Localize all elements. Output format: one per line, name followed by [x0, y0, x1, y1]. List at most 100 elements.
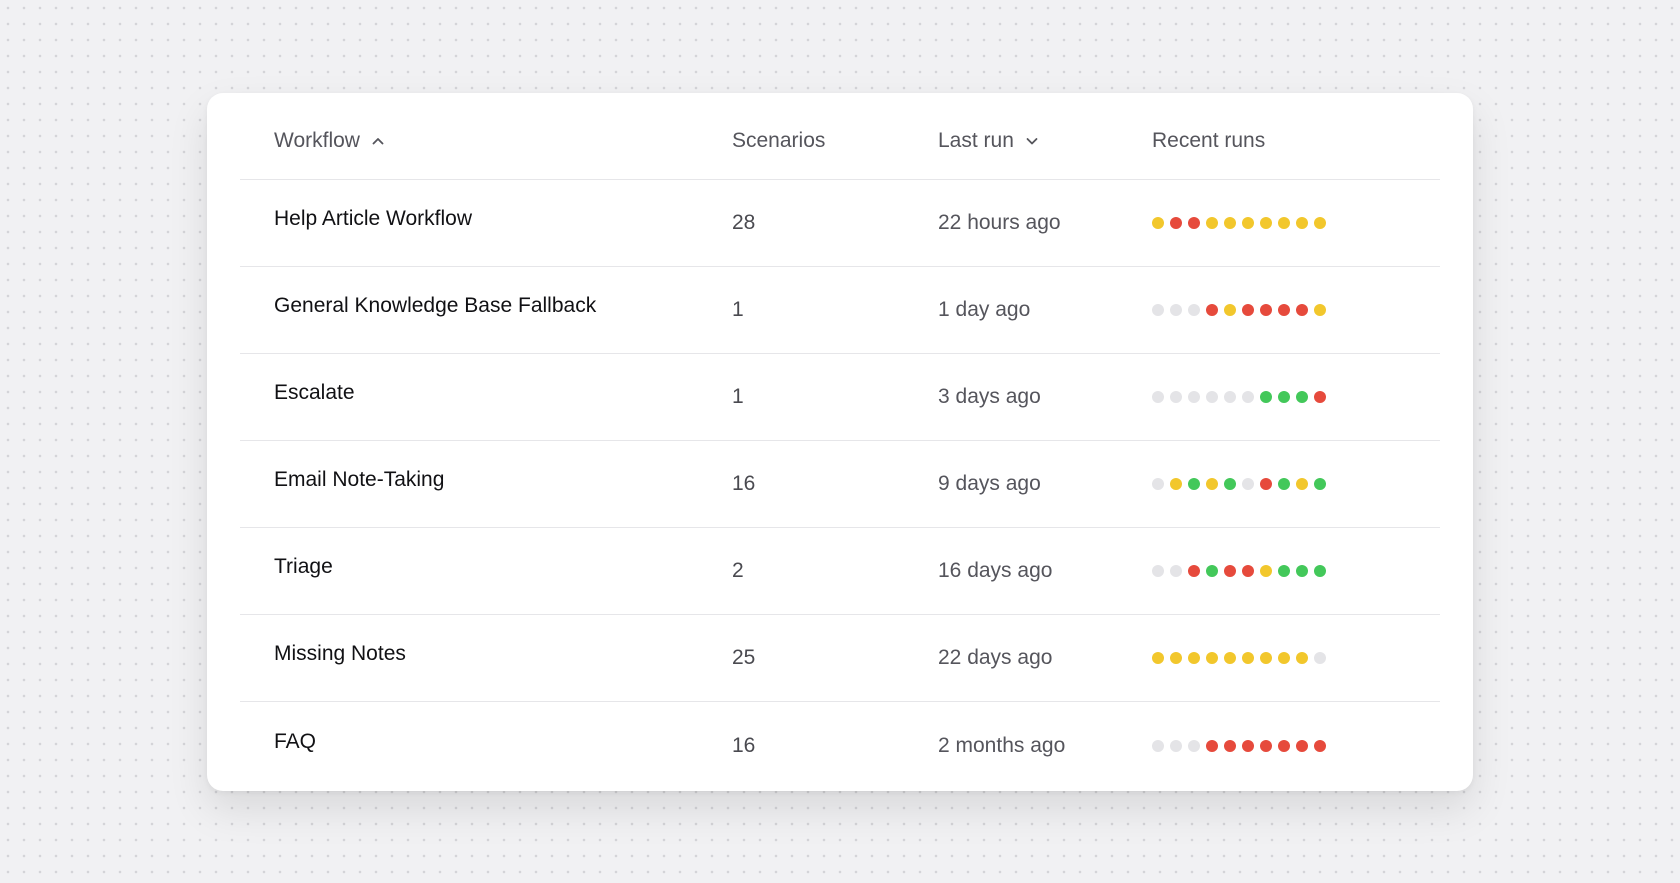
run-status-dot-gray[interactable] — [1188, 304, 1200, 316]
run-status-dot-yellow[interactable] — [1206, 478, 1218, 490]
recent-runs-indicator — [1152, 652, 1366, 664]
last-run-time: 2 months ago — [938, 733, 1066, 757]
run-status-dot-red[interactable] — [1206, 739, 1218, 752]
scenarios-count: 1 — [732, 298, 744, 321]
run-status-dot-red[interactable] — [1242, 565, 1254, 577]
run-status-dot-gray[interactable] — [1314, 652, 1326, 664]
run-status-dot-gray[interactable] — [1242, 391, 1254, 403]
run-status-dot-red[interactable] — [1188, 565, 1200, 577]
run-status-dot-green[interactable] — [1278, 391, 1290, 403]
run-status-dot-yellow[interactable] — [1224, 304, 1236, 316]
run-status-dot-yellow[interactable] — [1278, 217, 1290, 229]
table-row[interactable]: Email Note-Taking 16 9 days ago — [240, 441, 1440, 528]
run-status-dot-green[interactable] — [1278, 478, 1290, 490]
run-status-dot-yellow[interactable] — [1260, 217, 1272, 229]
run-status-dot-yellow[interactable] — [1296, 652, 1308, 664]
run-status-dot-gray[interactable] — [1170, 739, 1182, 752]
workflow-name[interactable]: Email Note-Taking — [274, 468, 732, 492]
run-status-dot-yellow[interactable] — [1152, 217, 1164, 229]
recent-runs-indicator — [1152, 478, 1366, 490]
column-header-recent-runs: Recent runs — [1152, 129, 1366, 153]
run-status-dot-red[interactable] — [1296, 304, 1308, 316]
run-status-dot-red[interactable] — [1278, 739, 1290, 752]
run-status-dot-red[interactable] — [1260, 739, 1272, 752]
chevron-down-icon — [1024, 133, 1040, 149]
run-status-dot-gray[interactable] — [1206, 391, 1218, 403]
column-header-workflow-label: Workflow — [274, 129, 360, 152]
run-status-dot-green[interactable] — [1224, 478, 1236, 490]
run-status-dot-red[interactable] — [1314, 391, 1326, 403]
run-status-dot-red[interactable] — [1296, 739, 1308, 752]
run-status-dot-gray[interactable] — [1188, 391, 1200, 403]
run-status-dot-green[interactable] — [1314, 478, 1326, 490]
run-status-dot-gray[interactable] — [1152, 391, 1164, 403]
workflow-name[interactable]: FAQ — [274, 730, 732, 754]
run-status-dot-red[interactable] — [1224, 565, 1236, 577]
run-status-dot-yellow[interactable] — [1296, 478, 1308, 490]
table-row[interactable]: Missing Notes 25 22 days ago — [240, 615, 1440, 702]
run-status-dot-yellow[interactable] — [1152, 652, 1164, 664]
workflow-name[interactable]: General Knowledge Base Fallback — [274, 294, 732, 318]
run-status-dot-red[interactable] — [1260, 478, 1272, 490]
table-row[interactable]: Escalate 1 3 days ago — [240, 354, 1440, 441]
run-status-dot-green[interactable] — [1296, 565, 1308, 577]
scenarios-count: 1 — [732, 385, 744, 408]
run-status-dot-green[interactable] — [1278, 565, 1290, 577]
column-header-last-run[interactable]: Last run — [938, 129, 1152, 153]
table-row[interactable]: General Knowledge Base Fallback 1 1 day ag… — [240, 267, 1440, 354]
run-status-dot-green[interactable] — [1314, 565, 1326, 577]
run-status-dot-gray[interactable] — [1152, 478, 1164, 490]
run-status-dot-red[interactable] — [1170, 217, 1182, 229]
run-status-dot-green[interactable] — [1296, 391, 1308, 403]
run-status-dot-red[interactable] — [1242, 304, 1254, 316]
table-row[interactable]: FAQ 16 2 months ago — [240, 702, 1440, 789]
run-status-dot-gray[interactable] — [1170, 391, 1182, 403]
column-header-scenarios-label: Scenarios — [732, 129, 826, 152]
run-status-dot-red[interactable] — [1188, 217, 1200, 229]
table-row[interactable]: Help Article Workflow 28 22 hours ago — [240, 180, 1440, 267]
run-status-dot-yellow[interactable] — [1242, 217, 1254, 229]
run-status-dot-yellow[interactable] — [1188, 652, 1200, 664]
workflow-name[interactable]: Missing Notes — [274, 642, 732, 666]
run-status-dot-red[interactable] — [1224, 739, 1236, 752]
workflow-name[interactable]: Escalate — [274, 381, 732, 405]
run-status-dot-yellow[interactable] — [1296, 217, 1308, 229]
run-status-dot-red[interactable] — [1260, 304, 1272, 316]
run-status-dot-yellow[interactable] — [1224, 652, 1236, 664]
recent-runs-indicator — [1152, 391, 1366, 403]
run-status-dot-yellow[interactable] — [1170, 478, 1182, 490]
run-status-dot-green[interactable] — [1206, 565, 1218, 577]
run-status-dot-yellow[interactable] — [1206, 217, 1218, 229]
run-status-dot-yellow[interactable] — [1278, 652, 1290, 664]
table-row[interactable]: Triage 2 16 days ago — [240, 528, 1440, 615]
run-status-dot-gray[interactable] — [1170, 565, 1182, 577]
column-header-workflow[interactable]: Workflow — [274, 129, 732, 153]
scenarios-count: 16 — [732, 733, 756, 757]
workflow-name[interactable]: Help Article Workflow — [274, 207, 732, 231]
run-status-dot-gray[interactable] — [1242, 478, 1254, 490]
run-status-dot-yellow[interactable] — [1206, 652, 1218, 664]
run-status-dot-gray[interactable] — [1224, 391, 1236, 403]
column-header-recent-runs-label: Recent runs — [1152, 129, 1266, 152]
run-status-dot-gray[interactable] — [1152, 739, 1164, 752]
run-status-dot-green[interactable] — [1260, 391, 1272, 403]
run-status-dot-yellow[interactable] — [1242, 652, 1254, 664]
run-status-dot-gray[interactable] — [1152, 304, 1164, 316]
run-status-dot-yellow[interactable] — [1224, 217, 1236, 229]
run-status-dot-gray[interactable] — [1188, 739, 1200, 752]
run-status-dot-yellow[interactable] — [1314, 217, 1326, 229]
run-status-dot-yellow[interactable] — [1260, 565, 1272, 577]
workflow-name[interactable]: Triage — [274, 555, 732, 579]
run-status-dot-red[interactable] — [1242, 739, 1254, 752]
run-status-dot-gray[interactable] — [1152, 565, 1164, 577]
run-status-dot-yellow[interactable] — [1260, 652, 1272, 664]
run-status-dot-yellow[interactable] — [1314, 304, 1326, 316]
run-status-dot-red[interactable] — [1206, 304, 1218, 316]
run-status-dot-red[interactable] — [1314, 739, 1326, 752]
run-status-dot-yellow[interactable] — [1170, 652, 1182, 664]
column-header-scenarios[interactable]: Scenarios — [732, 129, 938, 153]
run-status-dot-gray[interactable] — [1170, 304, 1182, 316]
scenarios-count: 2 — [732, 559, 744, 582]
run-status-dot-green[interactable] — [1188, 478, 1200, 490]
run-status-dot-red[interactable] — [1278, 304, 1290, 316]
